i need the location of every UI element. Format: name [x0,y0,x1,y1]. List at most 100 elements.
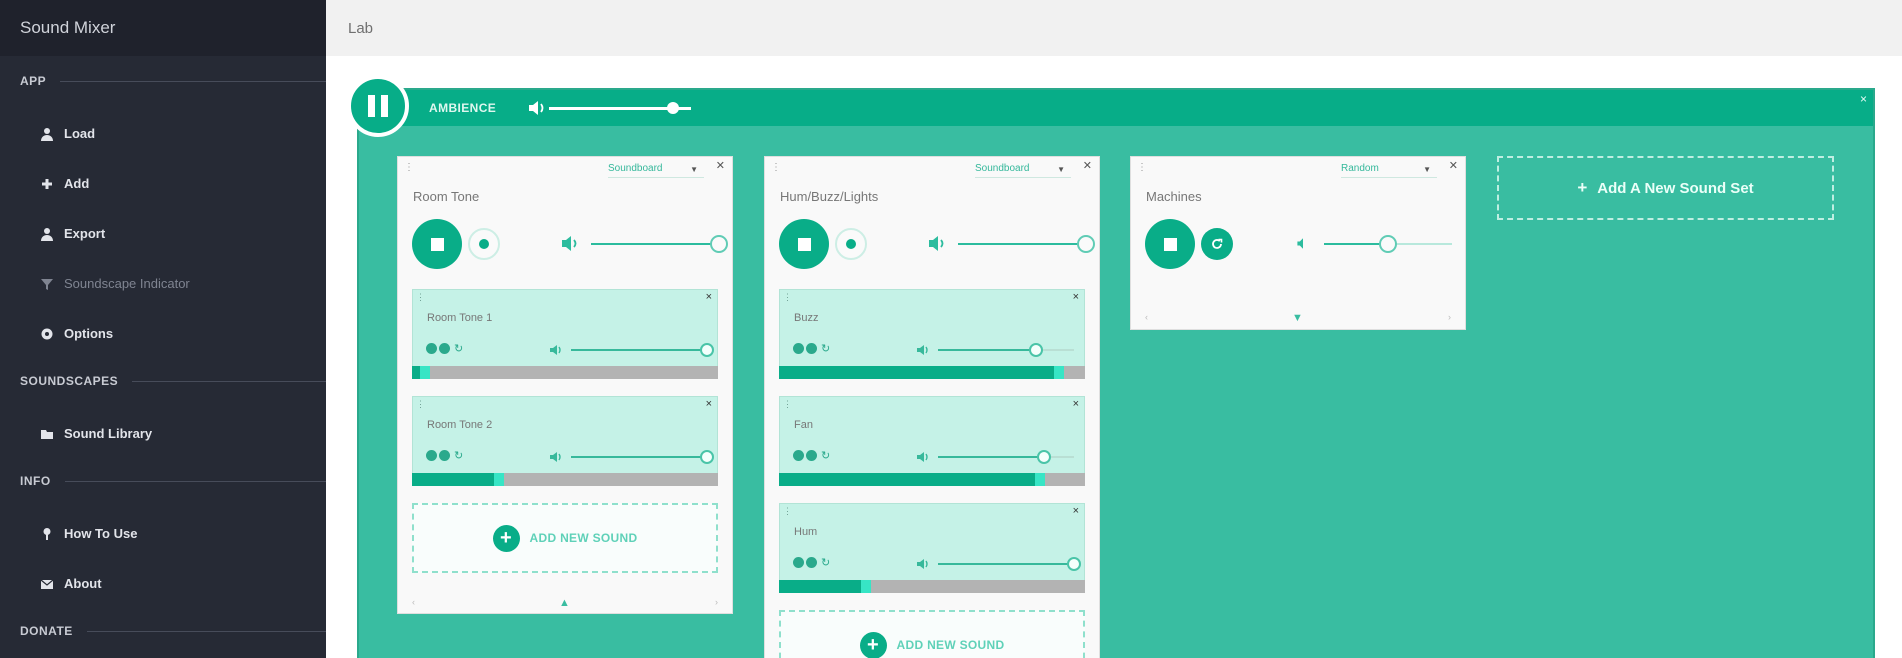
slider-knob[interactable] [700,450,714,464]
sound-set-type-select[interactable]: Random ▼ [1341,163,1437,178]
sound-set-volume-slider[interactable] [1324,235,1452,253]
card-footer: ‹ ▲ › [412,597,718,609]
play-button[interactable] [806,343,817,354]
sidebar-item-options[interactable]: Options [40,326,113,341]
stop-button[interactable] [793,343,804,354]
top-bar: Lab [326,0,1902,56]
volume-icon [529,101,544,115]
playback-progress[interactable] [779,580,1085,593]
refresh-icon [1212,238,1223,249]
play-button[interactable] [806,557,817,568]
sidebar-item-sound-library[interactable]: Sound Library [40,426,152,441]
sound-set-type-select[interactable]: Soundboard ▼ [975,163,1071,178]
shuffle-button[interactable] [1201,228,1233,260]
loop-icon[interactable]: ↻ [821,449,830,462]
chevron-down-icon: ▼ [1057,165,1065,174]
stop-button[interactable] [426,343,437,354]
sidebar-item-export[interactable]: Export [40,226,105,241]
stop-button[interactable] [793,557,804,568]
playback-progress[interactable] [412,473,718,486]
sidebar-item-soundscape-indicator[interactable]: Soundscape Indicator [40,276,190,291]
volume-icon [1297,238,1303,249]
close-icon[interactable]: ✕ [716,159,725,172]
drag-handle-icon[interactable]: ⋮ [783,292,792,303]
sound-volume-slider[interactable] [938,343,1074,357]
stop-icon [1163,237,1177,251]
close-icon[interactable]: × [706,291,712,303]
mail-icon [40,577,54,591]
record-button[interactable] [835,228,867,260]
sidebar-item-about[interactable]: About [40,576,102,591]
sound-set-card: ⋮ Random ▼ ✕ Machines ‹ ▼ › [1130,156,1466,330]
add-new-sound-button[interactable]: + ADD NEW SOUND [412,503,718,573]
stop-button[interactable] [793,450,804,461]
sound-set-card: ⋮ Soundboard ▼ ✕ Room Tone ⋮ × Room Tone … [397,156,733,614]
play-button[interactable] [439,450,450,461]
stop-button[interactable] [412,219,462,269]
drag-handle-icon[interactable]: ⋮ [771,162,781,173]
plus-icon [40,177,54,191]
sound-volume-slider[interactable] [938,450,1074,464]
sidebar-item-add[interactable]: Add [40,176,89,191]
sound-row: ⋮ × Room Tone 1 ↻ [412,289,718,379]
card-footer: ‹ ▼ › [1145,312,1451,324]
stop-button[interactable] [779,219,829,269]
folder-icon [40,427,54,441]
stop-icon [797,237,811,251]
close-icon[interactable]: × [1073,398,1079,410]
slider-knob[interactable] [666,102,679,114]
stop-button[interactable] [426,450,437,461]
close-icon[interactable]: ✕ [1449,159,1458,172]
sidebar-item-label: How To Use [64,526,138,541]
chevron-down-icon: ▼ [690,165,698,174]
close-icon[interactable]: × [1860,92,1867,106]
sidebar-item-load[interactable]: Load [40,126,95,141]
sound-set-type-select[interactable]: Soundboard ▼ [608,163,704,178]
sound-set-title: Room Tone [413,189,480,204]
slider-knob[interactable] [1067,557,1081,571]
ambience-panel: AMBIENCE × ⋮ Soundboard ▼ ✕ Room Tone ⋮ ×… [357,88,1875,658]
slider-knob[interactable] [1028,343,1043,357]
sound-volume-slider[interactable] [571,343,714,357]
loop-icon[interactable]: ↻ [454,342,463,355]
play-button[interactable] [439,343,450,354]
slider-knob[interactable] [700,343,714,357]
close-icon[interactable]: ✕ [1083,159,1092,172]
drag-handle-icon[interactable]: ⋮ [783,399,792,410]
playback-progress[interactable] [412,366,718,379]
playback-progress[interactable] [779,473,1085,486]
slider-knob[interactable] [1077,235,1095,253]
chevron-up-icon[interactable]: ▲ [559,597,570,609]
sidebar-item-label: Soundscape Indicator [64,276,190,291]
drag-handle-icon[interactable]: ⋮ [416,399,425,410]
close-icon[interactable]: × [706,398,712,410]
ambience-pause-button[interactable] [347,75,409,137]
loop-icon[interactable]: ↻ [454,449,463,462]
ambience-volume-slider[interactable] [549,102,691,114]
loop-icon[interactable]: ↻ [821,342,830,355]
close-icon[interactable]: × [1073,291,1079,303]
plus-icon: + [859,631,887,658]
sound-volume-slider[interactable] [571,450,714,464]
slider-knob[interactable] [710,235,728,253]
slider-knob[interactable] [1379,235,1397,253]
record-button[interactable] [468,228,500,260]
add-sound-set-button[interactable]: + Add A New Sound Set [1497,156,1834,220]
sound-volume-slider[interactable] [938,557,1081,571]
sound-set-volume-slider[interactable] [591,235,728,253]
loop-icon[interactable]: ↻ [821,556,830,569]
stop-button[interactable] [1145,219,1195,269]
drag-handle-icon[interactable]: ⋮ [1137,162,1147,173]
add-new-sound-button[interactable]: + ADD NEW SOUND [779,610,1085,658]
drag-handle-icon[interactable]: ⋮ [783,506,792,517]
chevron-down-icon[interactable]: ▼ [1292,312,1303,324]
sound-set-volume-slider[interactable] [958,235,1095,253]
drag-handle-icon[interactable]: ⋮ [416,292,425,303]
playback-progress[interactable] [779,366,1085,379]
slider-knob[interactable] [1037,450,1052,464]
sidebar-item-how-to-use[interactable]: How To Use [40,526,137,541]
drag-handle-icon[interactable]: ⋮ [404,162,414,173]
close-icon[interactable]: × [1073,505,1079,517]
play-button[interactable] [806,450,817,461]
pause-icon [368,95,375,117]
